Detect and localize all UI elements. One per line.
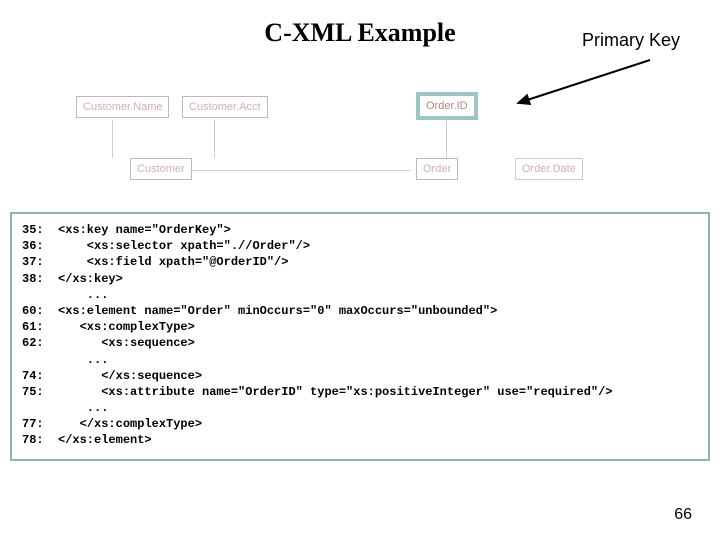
- diagram-box-order-id: Order.ID: [416, 92, 478, 120]
- diagram-box-customer-name: Customer.Name: [76, 96, 169, 118]
- code-block: 35: <xs:key name="OrderKey"> 36: <xs:sel…: [22, 222, 698, 449]
- page-number: 66: [674, 506, 692, 524]
- code-panel: 35: <xs:key name="OrderKey"> 36: <xs:sel…: [10, 212, 710, 461]
- primary-key-label: Primary Key: [582, 30, 680, 51]
- arrow-icon: [510, 58, 660, 108]
- diagram-box-customer: Customer: [130, 158, 192, 180]
- diagram-box-order: Order: [416, 158, 458, 180]
- diagram-box-customer-acct: Customer.Acct: [182, 96, 268, 118]
- slide-title: C-XML Example: [264, 18, 455, 48]
- diagram-box-order-date: Order.Date: [515, 158, 583, 180]
